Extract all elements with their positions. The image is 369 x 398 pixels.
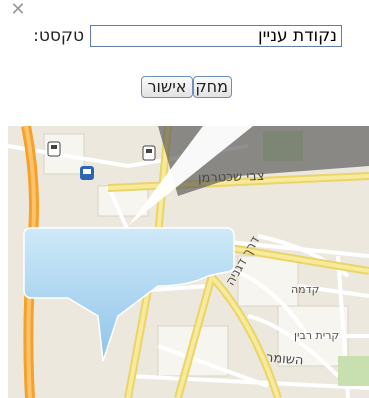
approve-button[interactable]: אישור: [141, 76, 193, 98]
text-field-row: טקסט:: [0, 16, 369, 50]
poi-text-input[interactable]: [90, 25, 342, 47]
map-view[interactable]: צבי שכטרמן דרך דגניה קדמה קרית רבין השומ…: [8, 126, 369, 398]
street-label-kadima: קדמה: [291, 283, 320, 296]
delete-button[interactable]: מחק: [193, 76, 232, 98]
text-label: טקסט:: [33, 26, 84, 46]
street-label-tzvi-shechterman: צבי שכטרמן: [197, 168, 265, 187]
street-label-kiryat-rabin: קרית רבין: [294, 329, 340, 342]
map-tiles: [8, 126, 369, 398]
fuel-station-icon: [142, 145, 156, 161]
action-buttons: אישור מחק: [0, 76, 369, 100]
bus-icon: [80, 166, 94, 180]
fuel-station-icon: [47, 141, 61, 157]
street-label-hashomer: השומר: [265, 350, 305, 369]
